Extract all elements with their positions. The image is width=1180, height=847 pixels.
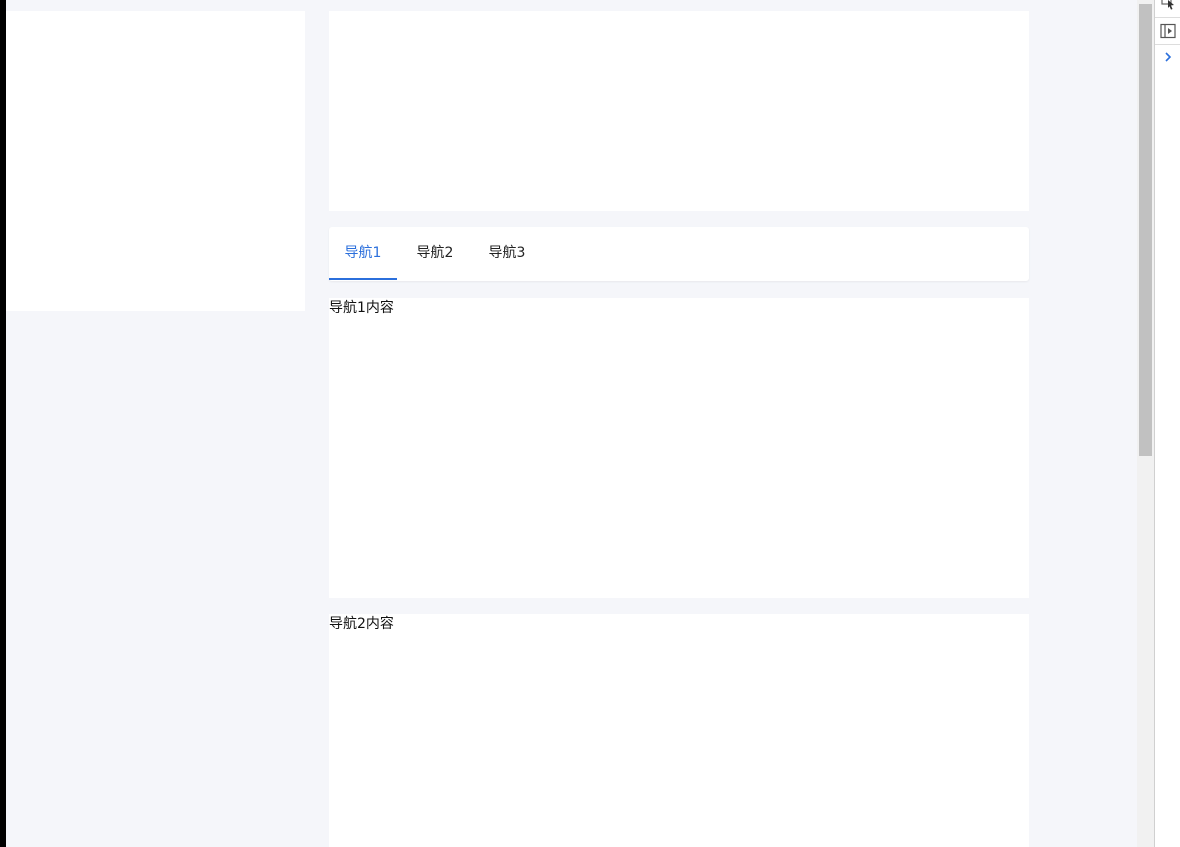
left-panel bbox=[6, 11, 305, 311]
tab-nav-3[interactable]: 导航3 bbox=[473, 227, 541, 281]
devtools-separator bbox=[1155, 17, 1180, 18]
tab-navigation-bar: 导航1 导航2 导航3 bbox=[329, 227, 1029, 281]
tab-nav-2[interactable]: 导航2 bbox=[401, 227, 469, 281]
inspect-element-icon[interactable] bbox=[1160, 0, 1176, 10]
tab-nav-1[interactable]: 导航1 bbox=[329, 227, 397, 281]
devtools-separator bbox=[1155, 44, 1180, 45]
section-nav-1-text: 导航1内容 bbox=[329, 300, 394, 316]
section-nav-1-content: 导航1内容 bbox=[329, 298, 1029, 598]
section-nav-2-content: 导航2内容 bbox=[329, 614, 1029, 847]
expand-chevron-icon[interactable] bbox=[1160, 49, 1176, 65]
toggle-device-icon[interactable] bbox=[1160, 23, 1176, 39]
devtools-side-panel bbox=[1154, 0, 1180, 847]
section-nav-2-text: 导航2内容 bbox=[329, 616, 394, 632]
top-banner-card bbox=[329, 11, 1029, 211]
vertical-scrollbar-thumb[interactable] bbox=[1139, 4, 1152, 456]
